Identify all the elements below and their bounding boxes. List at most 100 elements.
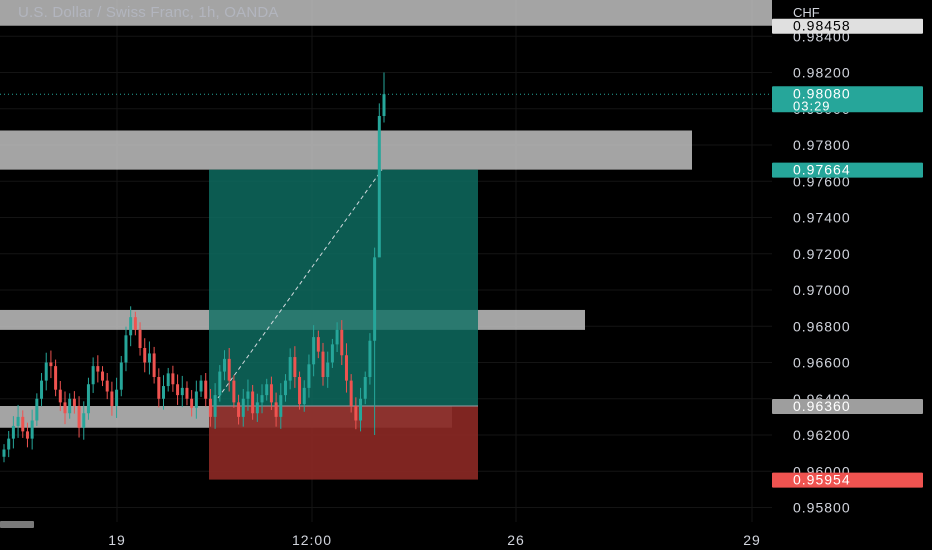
price-tag-value: 0.96360: [793, 398, 851, 414]
candle-body: [222, 358, 226, 372]
candle-body: [190, 398, 194, 408]
time-tick-label: 26: [507, 532, 525, 548]
candle-body: [30, 420, 34, 439]
candle-body: [72, 398, 76, 406]
candle-body: [110, 391, 114, 406]
candle-body: [185, 387, 189, 399]
candle-body: [279, 395, 283, 417]
candle-body: [147, 353, 151, 363]
candle-body: [363, 377, 367, 399]
time-axis[interactable]: 19 12:00 26 29: [0, 528, 772, 550]
candle-body: [101, 371, 105, 381]
long-position-tool[interactable]: [209, 169, 478, 480]
candle-body: [105, 380, 109, 392]
candle-body: [382, 94, 386, 116]
candle-body: [21, 416, 25, 432]
candle-body: [312, 337, 316, 365]
candle-body: [204, 380, 208, 399]
candle-body: [115, 389, 119, 406]
candle-body: [246, 391, 250, 399]
candle-body: [58, 389, 62, 403]
time-tick-label: 12:00: [292, 532, 332, 548]
candle-body: [7, 438, 11, 450]
candle-body: [316, 337, 320, 352]
candle-body: [269, 384, 273, 403]
candle-body: [16, 416, 20, 426]
price-tick-label: 0.95800: [793, 500, 851, 516]
candle-body: [302, 387, 306, 405]
candle-body: [44, 362, 48, 381]
candle-body: [143, 348, 147, 363]
candle-body: [330, 344, 334, 363]
countdown-label: 03:29: [793, 98, 831, 113]
candle-body: [199, 380, 203, 392]
candle-body: [63, 402, 67, 414]
price-chart[interactable]: CHF0.958000.960000.962000.964000.966000.…: [0, 0, 932, 550]
candle-body: [237, 402, 241, 417]
candle-body: [344, 355, 348, 381]
candle-body: [82, 413, 86, 428]
candle-body: [288, 357, 292, 381]
candle-body: [373, 257, 377, 341]
price-tick-label: 0.97000: [793, 282, 851, 298]
candle-body: [119, 362, 123, 390]
candle-body: [359, 398, 363, 421]
candle-body: [11, 425, 15, 439]
candle-body: [40, 380, 44, 399]
candle-body: [54, 366, 58, 390]
price-tick-label: 0.98200: [793, 65, 851, 81]
candle-body: [326, 362, 330, 377]
candle-body: [255, 402, 259, 414]
candle-body: [25, 431, 29, 439]
candle-body: [377, 116, 381, 258]
candle-body: [162, 386, 166, 399]
price-tag-value: 0.97664: [793, 162, 851, 178]
price-tick-label: 0.97800: [793, 137, 851, 153]
candle-body: [321, 351, 325, 377]
candle-body: [307, 364, 311, 388]
candle-body: [265, 384, 269, 396]
candle-body: [157, 377, 161, 399]
price-zone: [0, 130, 692, 170]
candle-body: [241, 398, 245, 417]
chart-title: U.S. Dollar / Swiss Franc, 1h, OANDA: [18, 4, 279, 21]
candle-body: [129, 317, 133, 336]
candle-body: [91, 366, 95, 385]
candle-body: [354, 406, 358, 421]
candle-body: [96, 366, 100, 372]
time-scrollbar[interactable]: [0, 521, 34, 528]
candle-body: [77, 406, 81, 428]
candle-body: [2, 449, 6, 457]
candle-body: [274, 402, 278, 417]
candle-body: [138, 329, 142, 348]
candle-body: [166, 373, 170, 387]
candle-body: [180, 387, 184, 396]
time-tick-label: 29: [743, 532, 761, 548]
price-tick-label: 0.96600: [793, 355, 851, 371]
candle-body: [260, 395, 264, 403]
candle-body: [35, 398, 39, 421]
candle-body: [152, 353, 156, 377]
price-tag-value: 0.98458: [793, 18, 851, 34]
candle-body: [86, 384, 90, 414]
candle-body: [68, 398, 72, 414]
candle-body: [283, 380, 287, 396]
candle-body: [124, 335, 128, 363]
candle-body: [227, 358, 231, 381]
price-tag-value: 0.95954: [793, 472, 851, 488]
price-tick-label: 0.96200: [793, 427, 851, 443]
candle-body: [208, 398, 212, 417]
candle-body: [298, 377, 302, 405]
loss-zone[interactable]: [209, 406, 478, 480]
candle-body: [335, 329, 339, 345]
candle-body: [49, 362, 53, 367]
candle-body: [176, 384, 180, 396]
candle-body: [349, 380, 353, 406]
candle-body: [293, 357, 297, 377]
price-tick-label: 0.97400: [793, 210, 851, 226]
candle-body: [213, 395, 217, 417]
profit-zone[interactable]: [209, 169, 478, 406]
price-tick-label: 0.96800: [793, 318, 851, 334]
price-axis[interactable]: CHF0.958000.960000.962000.964000.966000.…: [772, 0, 932, 550]
candle-body: [232, 380, 236, 403]
